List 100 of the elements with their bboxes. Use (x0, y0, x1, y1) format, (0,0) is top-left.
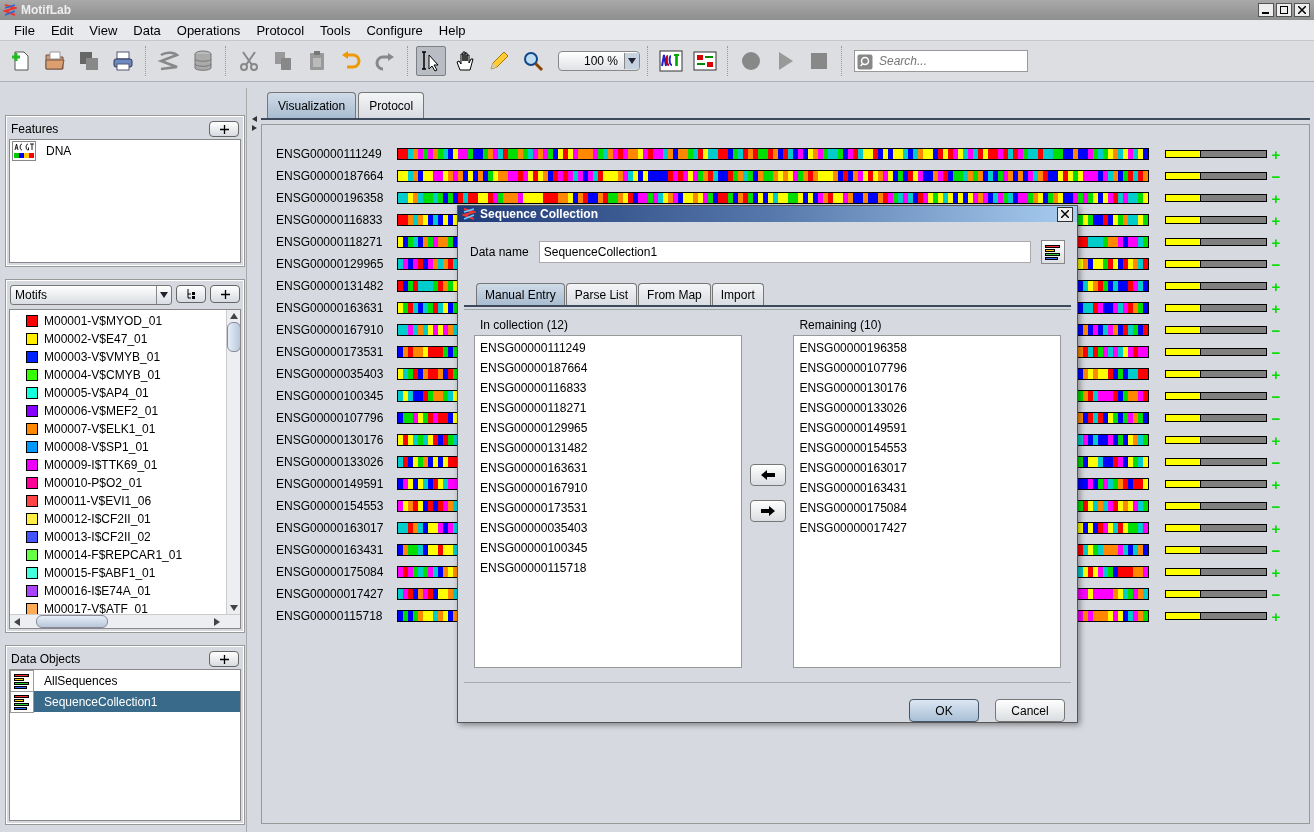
disks-icon (77, 49, 101, 73)
collection-icon (1044, 244, 1062, 260)
list-item[interactable]: ENSG00000175084 (794, 498, 1060, 518)
motif-item[interactable]: M00014-F$REPCAR1_01 (10, 546, 226, 564)
sequence-name: ENSG00000187664 (276, 169, 385, 183)
menu-item[interactable]: Tools (312, 22, 359, 38)
motif-item[interactable]: M00016-I$E74A_01 (10, 582, 226, 600)
tab[interactable]: Parse List (565, 283, 638, 305)
collection-icon (13, 693, 31, 710)
helix-icon (3, 3, 17, 17)
list-item[interactable]: ENSG00000167910 (475, 478, 741, 498)
close-button[interactable] (1294, 3, 1310, 17)
motif-item[interactable]: M00002-V$E47_01 (10, 330, 226, 348)
tab[interactable]: Manual Entry (476, 283, 565, 305)
maximize-button[interactable] (1276, 3, 1292, 17)
list-item[interactable]: ENSG00000131482 (475, 438, 741, 458)
field-label: Data name (470, 245, 529, 259)
feature-item[interactable]: DNA (10, 140, 240, 162)
tab[interactable]: Import (711, 283, 764, 305)
sequence-name: ENSG00000111249 (276, 147, 383, 161)
list-item[interactable]: ENSG00000163631 (475, 458, 741, 478)
horizontal-scrollbar[interactable] (10, 614, 240, 628)
list-item[interactable]: ENSG00000173531 (475, 498, 741, 518)
sequence-name: ENSG00000133026 (276, 455, 385, 469)
list-item[interactable]: ENSG00000116833 (475, 378, 741, 398)
strand-sign: + (1270, 277, 1282, 295)
add-button[interactable] (209, 121, 239, 137)
collapse-left-icon[interactable] (251, 116, 257, 122)
strand-sign: + (1270, 607, 1282, 625)
tab[interactable]: Protocol (358, 92, 425, 118)
magnifier-icon (521, 49, 545, 73)
menu-item[interactable]: Help (430, 22, 474, 38)
list-item[interactable]: ENSG00000149591 (794, 418, 1060, 438)
strand-sign: − (1270, 167, 1282, 185)
motif-item[interactable]: M00011-V$EVI1_06 (10, 492, 226, 510)
motif-item[interactable]: M00006-V$MEF2_01 (10, 402, 226, 420)
motif-item[interactable]: M00009-I$TTK69_01 (10, 456, 226, 474)
menu-item[interactable]: Protocol (248, 22, 313, 38)
expand-right-icon[interactable] (251, 125, 257, 131)
move-left-button[interactable] (749, 464, 786, 486)
ok-button[interactable]: OK (909, 699, 979, 722)
list-item[interactable]: ENSG00000187664 (475, 358, 741, 378)
motif-item[interactable]: M00001-V$MYOD_01 (10, 312, 226, 330)
list-item[interactable]: ENSG00000196358 (794, 338, 1060, 358)
pointer-tool-button[interactable] (416, 46, 446, 76)
motifs-dropdown[interactable]: Motifs (10, 285, 172, 305)
add-button[interactable] (210, 285, 240, 303)
list-item[interactable]: ENSG00000129965 (475, 418, 741, 438)
strand-sign: + (1270, 519, 1282, 537)
tab[interactable]: Visualization (267, 92, 357, 118)
motif-item[interactable]: M00012-I$CF2II_01 (10, 510, 226, 528)
scroll-thumb[interactable] (36, 615, 108, 628)
motif-item[interactable]: M00005-V$AP4_01 (10, 384, 226, 402)
motif-item[interactable]: M00010-P$O2_01 (10, 474, 226, 492)
strand-sign: − (1270, 541, 1282, 559)
list-item[interactable]: ENSG00000163431 (794, 478, 1060, 498)
menu-item[interactable]: Edit (42, 22, 82, 38)
cancel-button[interactable]: Cancel (995, 699, 1065, 722)
list-item[interactable]: ENSG00000115718 (475, 558, 741, 578)
strand-sign: − (1270, 585, 1282, 603)
pencil-icon (487, 49, 511, 73)
search-field[interactable]: Search... (854, 50, 1028, 72)
tab[interactable]: From Map (638, 283, 711, 305)
motif-item[interactable]: M00015-F$ABF1_01 (10, 564, 226, 582)
list-item[interactable]: ENSG00000133026 (794, 398, 1060, 418)
zoom-dropdown[interactable]: 100 % (558, 51, 640, 71)
motif-item[interactable]: M00003-V$VMYB_01 (10, 348, 226, 366)
add-button[interactable] (209, 651, 239, 667)
menu-item[interactable]: Configure (358, 22, 431, 38)
list-item[interactable]: ENSG00000111249 (475, 338, 741, 358)
scroll-thumb[interactable] (226, 322, 240, 352)
list-item[interactable]: ENSG00000130176 (794, 378, 1060, 398)
data-name-field[interactable]: SequenceCollection1 (538, 241, 1031, 263)
strand-sign: + (1270, 189, 1282, 207)
data-object-item[interactable]: SequenceCollection1 (10, 691, 240, 712)
list-item[interactable]: ENSG00000118271 (475, 398, 741, 418)
motif-item[interactable]: M00004-V$CMYB_01 (10, 366, 226, 384)
motif-item[interactable]: M00008-V$SP1_01 (10, 438, 226, 456)
data-object-item[interactable]: AllSequences (10, 670, 240, 691)
menu-item[interactable]: View (81, 22, 126, 38)
list-item[interactable]: ENSG00000154553 (794, 438, 1060, 458)
collection-button[interactable] (1041, 240, 1065, 264)
list-item[interactable]: ENSG00000163017 (794, 458, 1060, 478)
arrow-left-icon (760, 470, 775, 480)
tree-view-button[interactable] (176, 285, 206, 303)
move-right-button[interactable] (749, 500, 786, 522)
menu-item[interactable]: Operations (168, 22, 249, 38)
list-item[interactable]: ENSG00000017427 (794, 518, 1060, 538)
list-item[interactable]: ENSG00000107796 (794, 358, 1060, 378)
motif-item[interactable]: M00007-V$ELK1_01 (10, 420, 226, 438)
list-item[interactable]: ENSG00000100345 (475, 538, 741, 558)
menu-item[interactable]: File (6, 22, 43, 38)
motif-item[interactable]: M00013-I$CF2II_02 (10, 528, 226, 546)
list-item[interactable]: ENSG00000035403 (475, 518, 741, 538)
strand-sign: + (1270, 431, 1282, 449)
vertical-scrollbar[interactable] (226, 310, 240, 614)
close-button[interactable] (1057, 206, 1073, 222)
menu-item[interactable]: Data (125, 22, 169, 38)
minimize-button[interactable] (1258, 3, 1274, 17)
printer-icon (111, 49, 135, 73)
